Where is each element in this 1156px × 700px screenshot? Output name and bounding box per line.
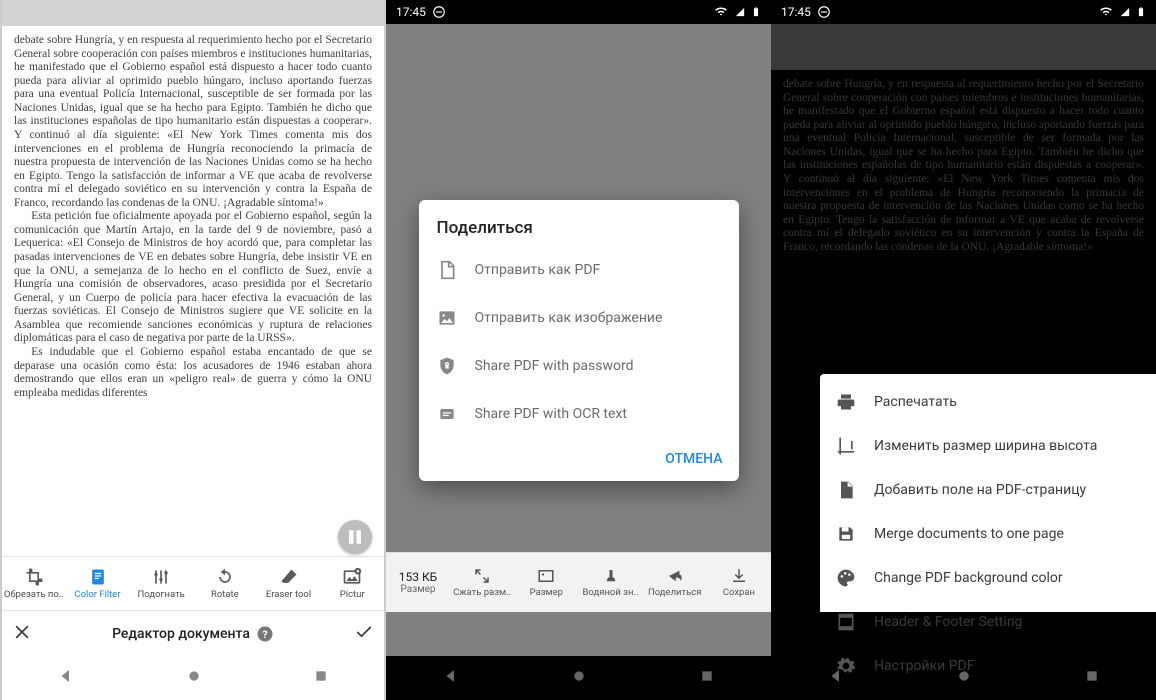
color-filter-label: Color Filter: [74, 589, 120, 600]
status-bar: 17:45: [386, 0, 771, 24]
doc-para-3: Es indudable que el Gobierno español est…: [14, 346, 372, 400]
close-icon: [12, 622, 32, 642]
home-icon: [571, 668, 587, 684]
picture-icon: [342, 567, 362, 587]
picture-label: Pictur: [340, 589, 365, 600]
svg-text:?: ?: [262, 627, 267, 640]
recent-icon: [699, 668, 715, 684]
document-area[interactable]: debate sobre Hungría, y en respuesta al …: [2, 26, 384, 556]
pdf-icon: [836, 480, 856, 500]
eraser-label: Eraser tool: [266, 589, 311, 600]
crop-icon: [24, 567, 44, 587]
menu-print[interactable]: Распечатать: [820, 380, 1156, 424]
screen-more-menu: 17:45 debate sobre Hungría, y en respues…: [771, 0, 1156, 700]
screen-editor: debate sobre Hungría, y en respuesta al …: [0, 0, 386, 700]
ocr-text-icon: [437, 404, 457, 424]
nav-back[interactable]: [827, 667, 845, 689]
share-pdf-ocr[interactable]: Share PDF with OCR text: [419, 390, 739, 438]
status-bar: 17:45: [771, 0, 1156, 24]
recent-icon: [313, 668, 329, 684]
battery-icon: [751, 5, 761, 19]
menu-header-footer[interactable]: Header & Footer Setting: [820, 600, 1156, 644]
page-mode-button[interactable]: [338, 520, 372, 554]
sliders-icon: [151, 567, 171, 587]
share-pdf-password[interactable]: Share PDF with password: [419, 342, 739, 390]
editor-bar: Редактор документа ?: [2, 610, 384, 656]
share-dialog: Поделиться Отправить как PDF Отправить к…: [419, 200, 739, 481]
battery-icon: [1136, 5, 1146, 19]
nav-recent[interactable]: [699, 668, 715, 688]
close-button[interactable]: [12, 622, 32, 646]
fit-tool[interactable]: Подогнать: [129, 557, 193, 610]
nav-bar: [2, 656, 384, 700]
palette-icon: [836, 568, 856, 588]
status-time: 17:45: [396, 5, 426, 19]
rotate-tool[interactable]: Rotate: [193, 557, 257, 610]
nav-bar: [386, 656, 771, 700]
nav-home[interactable]: [956, 668, 972, 688]
status-time: 17:45: [781, 5, 811, 19]
confirm-button[interactable]: [354, 622, 374, 646]
eraser-tool[interactable]: Eraser tool: [257, 557, 321, 610]
cancel-button[interactable]: ОТМЕНА: [665, 451, 722, 467]
menu-merge[interactable]: Merge documents to one page: [820, 512, 1156, 556]
menu-add-field[interactable]: Добавить поле на PDF-страницу: [820, 468, 1156, 512]
rotate-label: Rotate: [211, 589, 239, 600]
more-menu: Распечатать Изменить размер ширина высот…: [820, 374, 1156, 612]
dnd-icon: [817, 5, 831, 19]
back-icon: [442, 667, 460, 685]
nav-bar: [771, 656, 1156, 700]
nav-home[interactable]: [571, 668, 587, 688]
signal-icon: [735, 5, 745, 19]
dialog-overlay[interactable]: Поделиться Отправить как PDF Отправить к…: [386, 24, 771, 656]
save-icon: [836, 524, 856, 544]
help-icon[interactable]: ?: [256, 625, 274, 643]
print-icon: [836, 392, 856, 412]
doc-para-2: Esta petición fue oficialmente apoyada p…: [14, 210, 372, 346]
home-icon: [186, 668, 202, 684]
top-bar: [2, 0, 384, 26]
header-footer-icon: [836, 612, 856, 632]
crop-tool[interactable]: Обрезать по..: [2, 557, 66, 610]
menu-bgcolor[interactable]: Change PDF background color: [820, 556, 1156, 600]
eraser-icon: [279, 567, 299, 587]
home-icon: [956, 668, 972, 684]
pdf-icon: [437, 260, 457, 280]
back-icon: [827, 667, 845, 685]
dnd-icon: [432, 5, 446, 19]
image-icon: [437, 308, 457, 328]
send-as-pdf[interactable]: Отправить как PDF: [419, 246, 739, 294]
nav-back[interactable]: [57, 667, 75, 689]
check-icon: [354, 622, 374, 642]
color-filter-tool[interactable]: Color Filter: [66, 557, 130, 610]
crop-icon: [836, 436, 856, 456]
back-icon: [57, 667, 75, 685]
wifi-icon: [713, 5, 729, 19]
send-as-image[interactable]: Отправить как изображение: [419, 294, 739, 342]
doc-para-1: debate sobre Hungría, y en respuesta al …: [14, 34, 372, 210]
editor-title: Редактор документа ?: [40, 625, 346, 643]
nav-recent[interactable]: [1084, 668, 1100, 688]
nav-home[interactable]: [186, 668, 202, 688]
fit-label: Подогнать: [138, 589, 185, 600]
crop-label: Обрезать по..: [4, 589, 64, 600]
shield-lock-icon: [437, 356, 457, 376]
nav-back[interactable]: [442, 667, 460, 689]
tools-toolbar: Обрезать по.. Color Filter Подогнать Rot…: [2, 556, 384, 610]
picture-tool[interactable]: Pictur: [320, 557, 384, 610]
recent-icon: [1084, 668, 1100, 684]
rotate-icon: [215, 567, 235, 587]
nav-recent[interactable]: [313, 668, 329, 688]
wifi-icon: [1098, 5, 1114, 19]
menu-resize[interactable]: Изменить размер ширина высота: [820, 424, 1156, 468]
document-icon: [88, 567, 108, 587]
screen-share-dialog: 17:45 153 КБ Размер Сжать разм.. Размер …: [386, 0, 771, 700]
signal-icon: [1120, 5, 1130, 19]
document-text: debate sobre Hungría, y en respuesta al …: [14, 34, 372, 400]
dialog-title: Поделиться: [419, 200, 739, 246]
